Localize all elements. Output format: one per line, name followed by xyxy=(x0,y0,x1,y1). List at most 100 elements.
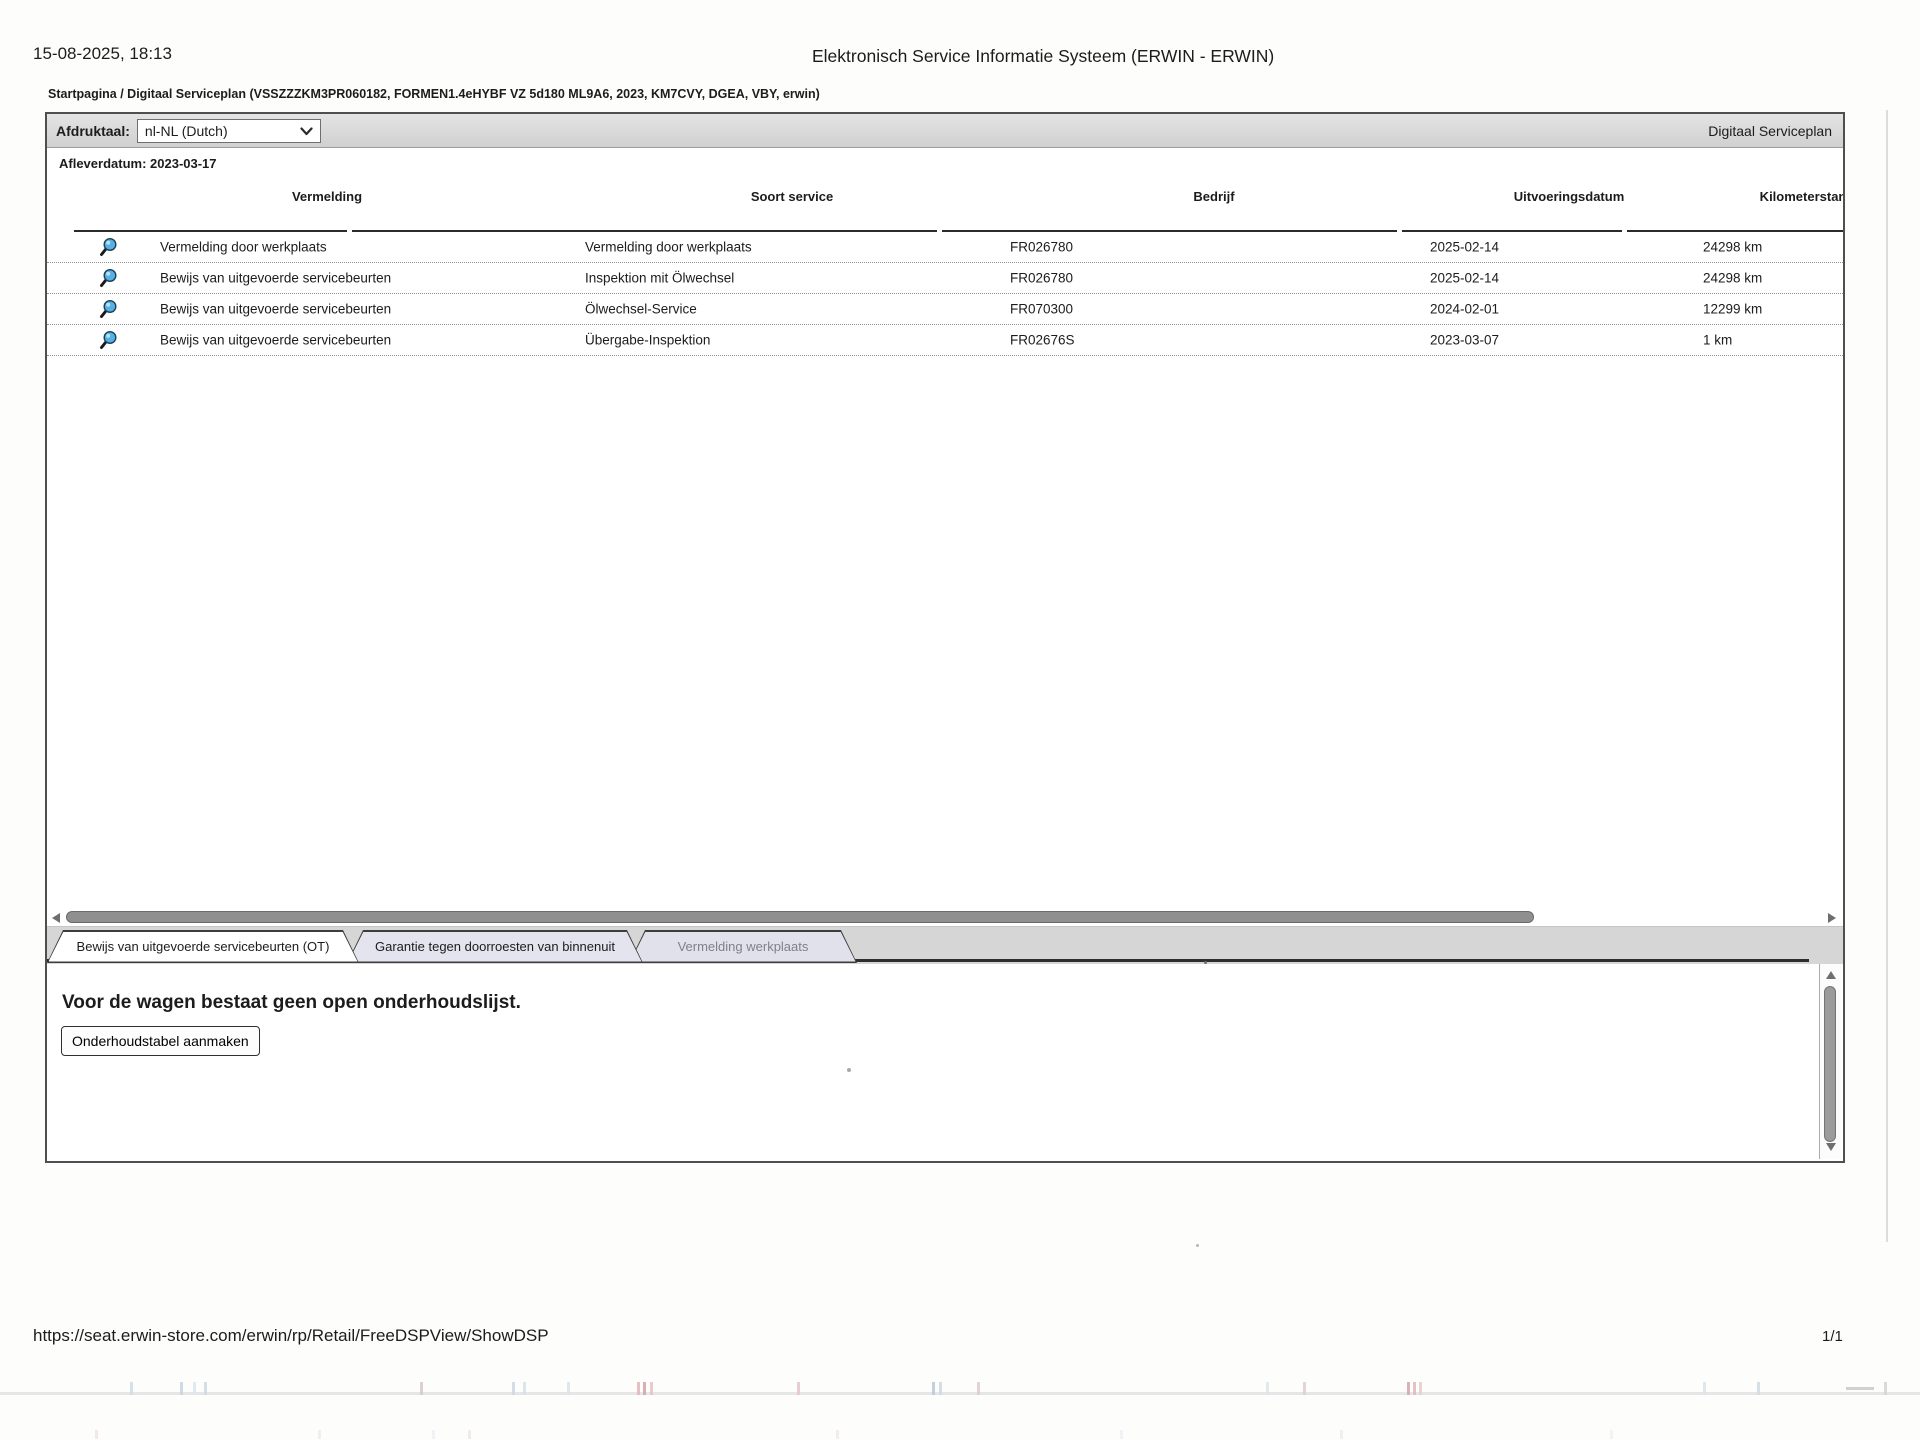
paper-edge-line xyxy=(1886,110,1888,1242)
scan-tick xyxy=(1407,1382,1410,1395)
scan-tick xyxy=(939,1382,942,1395)
scan-tick xyxy=(643,1382,646,1395)
scan-tick xyxy=(567,1382,570,1395)
scan-tick xyxy=(650,1382,653,1395)
column-header-kilometerstand[interactable]: Kilometerstand xyxy=(1760,189,1845,204)
cell-soort-service: Vermelding door werkplaats xyxy=(585,240,752,255)
magnifier-icon[interactable] xyxy=(99,330,119,350)
scan-speck xyxy=(1204,961,1207,964)
chevron-down-icon xyxy=(300,123,313,139)
scan-speck xyxy=(847,1068,851,1072)
cell-soort-service: Inspektion mit Ölwechsel xyxy=(585,271,734,286)
scan-tick xyxy=(523,1382,526,1395)
scan-tick xyxy=(1757,1382,1760,1395)
magnifier-icon[interactable] xyxy=(99,299,119,319)
scan-tick xyxy=(1413,1382,1416,1395)
cell-soort-service: Übergabe-Inspektion xyxy=(585,333,710,348)
page-number-indicator: 1/1 xyxy=(1822,1328,1843,1345)
cell-vermelding: Vermelding door werkplaats xyxy=(160,240,327,255)
magnifier-icon[interactable] xyxy=(99,268,119,288)
scan-tick xyxy=(95,1430,98,1439)
scan-tick xyxy=(1266,1382,1269,1395)
scan-tick xyxy=(836,1430,839,1439)
print-url: https://seat.erwin-store.com/erwin/rp/Re… xyxy=(33,1326,549,1346)
scan-tick xyxy=(1419,1382,1422,1395)
service-table: Vermelding door werkplaats Vermelding do… xyxy=(47,232,1843,356)
horizontal-scrollbar-thumb[interactable] xyxy=(66,911,1534,923)
cell-bedrijf: FR026780 xyxy=(1010,271,1073,286)
scan-tick xyxy=(1884,1382,1887,1395)
horizontal-scrollbar[interactable] xyxy=(49,909,1841,926)
create-maintenance-table-button[interactable]: Onderhoudstabel aanmaken xyxy=(61,1026,260,1056)
scan-tick xyxy=(420,1382,423,1395)
print-language-label: Afdruktaal: xyxy=(56,123,130,139)
arrow-down-icon[interactable] xyxy=(1826,1143,1836,1151)
print-language-value: nl-NL (Dutch) xyxy=(145,123,300,139)
scan-artifact-line xyxy=(0,1392,1920,1395)
cell-kilometerstand: 24298 km xyxy=(1703,271,1762,286)
print-language-select[interactable]: nl-NL (Dutch) xyxy=(137,119,321,143)
vertical-scrollbar-thumb[interactable] xyxy=(1824,986,1836,1142)
scan-tick xyxy=(1303,1382,1306,1395)
scan-tick xyxy=(932,1382,935,1395)
table-row[interactable]: Bewijs van uitgevoerde servicebeurten Üb… xyxy=(47,325,1843,356)
scan-tick xyxy=(797,1382,800,1395)
table-row[interactable]: Bewijs van uitgevoerde servicebeurten Öl… xyxy=(47,294,1843,325)
table-row[interactable]: Bewijs van uitgevoerde servicebeurten In… xyxy=(47,263,1843,294)
scan-tick xyxy=(977,1382,980,1395)
scan-tick xyxy=(637,1382,640,1395)
column-header-soort-service[interactable]: Soort service xyxy=(751,189,833,204)
scan-tick xyxy=(468,1430,471,1439)
scan-tick xyxy=(1610,1430,1613,1439)
scan-tick xyxy=(1703,1382,1706,1395)
breadcrumb[interactable]: Startpagina / Digitaal Serviceplan (VSSZ… xyxy=(48,87,820,101)
tab-label: Vermelding werkplaats xyxy=(631,932,856,962)
page-title: Elektronisch Service Informatie Systeem … xyxy=(812,46,1274,67)
arrow-left-icon[interactable] xyxy=(52,913,60,923)
scan-tick xyxy=(193,1382,196,1395)
cell-vermelding: Bewijs van uitgevoerde servicebeurten xyxy=(160,333,391,348)
tab-garantie-doorroesten[interactable]: Garantie tegen doorroesten van binnenuit xyxy=(347,930,643,963)
cell-kilometerstand: 1 km xyxy=(1703,333,1732,348)
cell-uitvoeringsdatum: 2025-02-14 xyxy=(1430,271,1499,286)
cell-vermelding: Bewijs van uitgevoerde servicebeurten xyxy=(160,302,391,317)
delivery-date: Afleverdatum: 2023-03-17 xyxy=(59,156,217,171)
scan-speck xyxy=(1196,1244,1199,1247)
table-row[interactable]: Vermelding door werkplaats Vermelding do… xyxy=(47,232,1843,263)
column-header-bedrijf[interactable]: Bedrijf xyxy=(1193,189,1234,204)
scan-tick xyxy=(130,1382,133,1395)
cell-uitvoeringsdatum: 2023-03-07 xyxy=(1430,333,1499,348)
serviceplan-panel: Afdruktaal: nl-NL (Dutch) Digitaal Servi… xyxy=(45,112,1845,1163)
arrow-up-icon[interactable] xyxy=(1826,971,1836,979)
scan-tick xyxy=(512,1382,515,1395)
no-open-maintenance-message: Voor de wagen bestaat geen open onderhou… xyxy=(62,992,521,1014)
tab-label: Bewijs van uitgevoerde servicebeurten (O… xyxy=(49,932,358,962)
tab-bewijs-servicebeurten[interactable]: Bewijs van uitgevoerde servicebeurten (O… xyxy=(47,930,359,963)
scan-tick xyxy=(1846,1387,1874,1390)
printed-page: 15-08-2025, 18:13 Elektronisch Service I… xyxy=(0,0,1920,1440)
cell-bedrijf: FR070300 xyxy=(1010,302,1073,317)
cell-kilometerstand: 12299 km xyxy=(1703,302,1762,317)
cell-soort-service: Ölwechsel-Service xyxy=(585,302,697,317)
arrow-right-icon[interactable] xyxy=(1828,913,1836,923)
print-datetime: 15-08-2025, 18:13 xyxy=(33,44,172,64)
cell-uitvoeringsdatum: 2024-02-01 xyxy=(1430,302,1499,317)
cell-uitvoeringsdatum: 2025-02-14 xyxy=(1430,240,1499,255)
panel-title: Digitaal Serviceplan xyxy=(1708,123,1834,139)
scan-tick xyxy=(432,1430,435,1439)
cell-bedrijf: FR02676S xyxy=(1010,333,1075,348)
column-header-vermelding[interactable]: Vermelding xyxy=(292,189,362,204)
cell-vermelding: Bewijs van uitgevoerde servicebeurten xyxy=(160,271,391,286)
toolbar: Afdruktaal: nl-NL (Dutch) Digitaal Servi… xyxy=(47,114,1843,148)
vertical-scrollbar[interactable] xyxy=(1819,964,1841,1159)
column-header-uitvoeringsdatum[interactable]: Uitvoeringsdatum xyxy=(1514,189,1625,204)
tab-vermelding-werkplaats[interactable]: Vermelding werkplaats xyxy=(629,930,857,963)
scan-tick xyxy=(1340,1430,1343,1439)
scan-tick xyxy=(1120,1430,1123,1439)
tab-label: Garantie tegen doorroesten van binnenuit xyxy=(349,932,642,962)
cell-kilometerstand: 24298 km xyxy=(1703,240,1762,255)
cell-bedrijf: FR026780 xyxy=(1010,240,1073,255)
scan-tick xyxy=(204,1382,207,1395)
scan-tick xyxy=(318,1430,321,1439)
magnifier-icon[interactable] xyxy=(99,237,119,257)
